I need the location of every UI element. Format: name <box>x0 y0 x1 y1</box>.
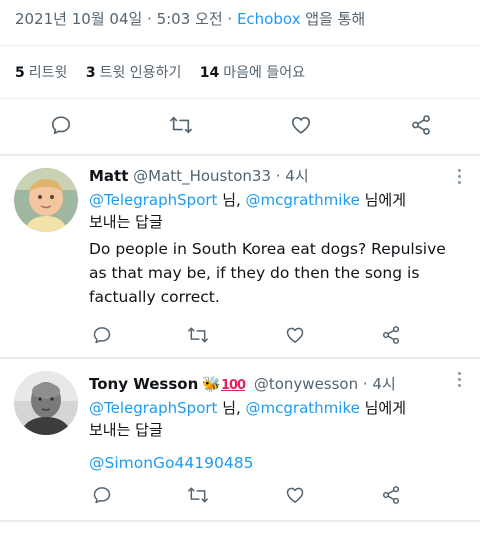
retweet-icon <box>188 487 209 503</box>
mention-link[interactable]: @SimonGo44190485 <box>89 451 456 475</box>
retweet-icon <box>170 116 192 134</box>
child-avatar-image <box>14 168 78 232</box>
likes-stat[interactable]: 14 마음에 들어요 <box>200 65 305 81</box>
reply-button[interactable] <box>48 112 74 138</box>
reply-icon <box>93 327 111 344</box>
share-icon <box>382 486 400 504</box>
man-avatar-image <box>14 371 78 435</box>
reply-tweet[interactable]: Tony Wesson 🐝100 @tonywesson · 4시 @Telegr… <box>0 359 480 529</box>
retweet-button[interactable] <box>168 112 194 138</box>
divider <box>0 98 480 99</box>
reply-header: Tony Wesson 🐝100 @tonywesson · 4시 <box>89 373 456 395</box>
like-button[interactable] <box>282 322 308 348</box>
avatar[interactable] <box>14 371 78 435</box>
avatar[interactable] <box>14 168 78 232</box>
mention-link[interactable]: @TelegraphSport <box>89 191 217 209</box>
tweet-meta: 2021년 10월 04일 · 5:03 오전 · Echobox 앱을 통해 <box>15 8 365 29</box>
share-button[interactable] <box>408 112 434 138</box>
reply-time: · 4시 <box>271 167 309 185</box>
like-button[interactable] <box>288 112 314 138</box>
more-options-icon[interactable] <box>458 372 464 390</box>
share-button[interactable] <box>378 482 404 508</box>
retweet-button[interactable] <box>185 322 211 348</box>
reply-button[interactable] <box>89 322 115 348</box>
user-handle[interactable]: @Matt_Houston33 <box>133 167 271 185</box>
mention-link[interactable]: @TelegraphSport <box>89 399 217 417</box>
reply-header: Matt @Matt_Houston33 · 4시 <box>89 165 456 187</box>
bee-emoji: 🐝 <box>202 375 221 393</box>
retweet-button[interactable] <box>185 482 211 508</box>
more-options-icon[interactable] <box>458 169 464 187</box>
mention-link[interactable]: @mcgrathmike <box>246 191 360 209</box>
reply-text: Do people in South Korea eat dogs? Repul… <box>89 240 446 306</box>
like-icon <box>286 327 303 343</box>
display-name[interactable]: Matt <box>89 167 128 185</box>
tweet-actions <box>48 112 434 138</box>
quotes-stat[interactable]: 3 트윗 인용하기 <box>86 65 181 81</box>
mention-link[interactable]: @mcgrathmike <box>246 399 360 417</box>
hundred-points-emoji: 100 <box>220 378 246 393</box>
display-name[interactable]: Tony Wesson <box>89 375 198 393</box>
source-suffix: 앱을 통해 <box>300 10 366 28</box>
like-icon <box>291 116 311 134</box>
share-icon <box>382 326 400 344</box>
tweet-stats: 5 리트윗 3 트윗 인용하기 14 마음에 들어요 <box>15 62 319 82</box>
divider <box>0 45 480 46</box>
share-button[interactable] <box>378 322 404 348</box>
like-icon <box>286 487 303 503</box>
retweets-stat[interactable]: 5 리트윗 <box>15 65 67 81</box>
replying-to: @TelegraphSport 님, @mcgrathmike 님에게 보내는 … <box>89 399 406 439</box>
reply-actions <box>89 322 404 348</box>
reply-icon <box>51 116 71 135</box>
divider <box>0 520 480 522</box>
retweet-icon <box>188 327 209 343</box>
reply-tweet[interactable]: Matt @Matt_Houston33 · 4시 @TelegraphSpor… <box>0 156 480 356</box>
reply-button[interactable] <box>89 482 115 508</box>
like-button[interactable] <box>282 482 308 508</box>
reply-icon <box>93 487 111 504</box>
source-link[interactable]: Echobox <box>237 10 301 28</box>
user-handle[interactable]: @tonywesson <box>254 375 358 393</box>
reply-actions <box>89 482 404 508</box>
share-icon <box>412 115 430 135</box>
replying-to: @TelegraphSport 님, @mcgrathmike 님에게 보내는 … <box>89 191 406 231</box>
tweet-timestamp: 2021년 10월 04일 · 5:03 오전 · <box>15 10 237 28</box>
reply-time: · 4시 <box>358 375 396 393</box>
